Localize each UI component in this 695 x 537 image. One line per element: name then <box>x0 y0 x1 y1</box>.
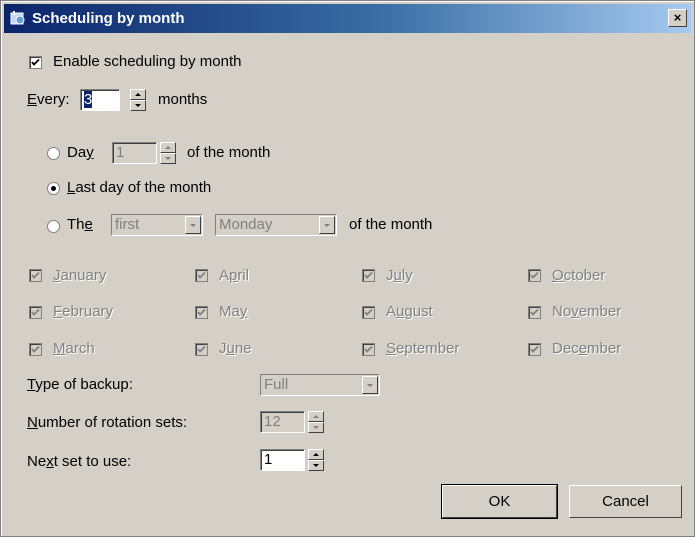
month-checkbox-july[interactable] <box>362 269 375 282</box>
backup-type-label: Type of backup: <box>27 376 133 393</box>
scheduling-dialog: Scheduling by month × Enable scheduling … <box>0 0 695 537</box>
month-label-july: July <box>386 267 413 284</box>
check-icon <box>31 58 40 66</box>
spin-down-icon <box>313 464 319 467</box>
next-set-label: Next set to use: <box>27 453 132 470</box>
check-icon <box>197 308 206 316</box>
month-label-april: April <box>219 267 250 284</box>
month-label-march: March <box>53 340 95 357</box>
ok-button[interactable]: OK <box>441 484 558 519</box>
day-spinner[interactable] <box>160 142 176 164</box>
month-label-december: December <box>552 340 622 357</box>
check-icon <box>197 271 206 279</box>
dropdown-arrow-icon <box>185 216 201 234</box>
month-checkbox-december[interactable] <box>528 343 541 356</box>
weekday-select[interactable]: Monday <box>215 214 337 236</box>
month-label-september: September <box>386 340 460 357</box>
every-label: Every: <box>27 91 70 108</box>
ordinal-select[interactable]: first <box>111 214 203 236</box>
spin-down-icon <box>313 426 319 429</box>
enable-checkbox[interactable] <box>29 56 42 69</box>
month-label-february: February <box>53 303 114 320</box>
month-checkbox-august[interactable] <box>362 306 375 319</box>
spin-up-icon <box>165 146 171 149</box>
dialog-title: Scheduling by month <box>32 10 185 27</box>
the-radio[interactable] <box>47 220 60 233</box>
day-radio[interactable] <box>47 147 60 160</box>
check-icon <box>364 308 373 316</box>
spin-down-icon <box>165 157 171 160</box>
month-checkbox-january[interactable] <box>29 269 42 282</box>
rotation-sets-input[interactable]: 12 <box>260 411 305 433</box>
check-icon <box>530 271 539 279</box>
the-suffix-label: of the month <box>349 216 433 233</box>
dropdown-arrow-icon <box>319 216 335 234</box>
spin-up-icon <box>313 415 319 418</box>
spin-up-icon <box>313 453 319 456</box>
next-set-input[interactable]: 1 <box>260 449 305 471</box>
title-bar[interactable]: Scheduling by month × <box>4 4 691 33</box>
check-icon <box>364 345 373 353</box>
check-icon <box>31 308 40 316</box>
month-label-january: January <box>53 267 107 284</box>
month-label-june: June <box>219 340 252 357</box>
month-checkbox-november[interactable] <box>528 306 541 319</box>
enable-label: Enable scheduling by month <box>53 53 242 70</box>
radio-dot <box>51 186 56 191</box>
close-button[interactable]: × <box>668 9 687 27</box>
month-label-august: August <box>386 303 433 320</box>
month-checkbox-october[interactable] <box>528 269 541 282</box>
day-suffix-label: of the month <box>187 144 271 161</box>
last-day-radio[interactable] <box>47 182 60 195</box>
check-icon <box>31 271 40 279</box>
day-input[interactable]: 1 <box>112 142 157 164</box>
check-icon <box>530 308 539 316</box>
month-label-may: May <box>219 303 248 320</box>
every-input[interactable]: 3 <box>80 89 120 111</box>
check-icon <box>364 271 373 279</box>
the-radio-label: The <box>67 216 93 233</box>
month-checkbox-february[interactable] <box>29 306 42 319</box>
check-icon <box>31 345 40 353</box>
next-set-spinner[interactable] <box>308 449 324 471</box>
month-checkbox-may[interactable] <box>195 306 208 319</box>
backup-type-select[interactable]: Full <box>260 374 380 396</box>
cancel-button[interactable]: Cancel <box>569 485 682 518</box>
month-label-november: November <box>552 303 622 320</box>
last-day-label: Last day of the month <box>67 179 212 196</box>
month-checkbox-march[interactable] <box>29 343 42 356</box>
dropdown-arrow-icon <box>362 376 378 394</box>
month-checkbox-september[interactable] <box>362 343 375 356</box>
spin-down-icon <box>135 104 141 107</box>
every-unit-label: months <box>158 91 208 108</box>
month-label-october: October <box>552 267 606 284</box>
every-spinner[interactable] <box>130 89 146 111</box>
day-radio-label: Day <box>67 144 94 161</box>
rotation-sets-spinner[interactable] <box>308 411 324 433</box>
month-checkbox-april[interactable] <box>195 269 208 282</box>
check-icon <box>197 345 206 353</box>
rotation-sets-label: Number of rotation sets: <box>27 414 188 431</box>
check-icon <box>530 345 539 353</box>
month-checkbox-june[interactable] <box>195 343 208 356</box>
spin-up-icon <box>135 93 141 96</box>
app-icon <box>10 11 25 25</box>
